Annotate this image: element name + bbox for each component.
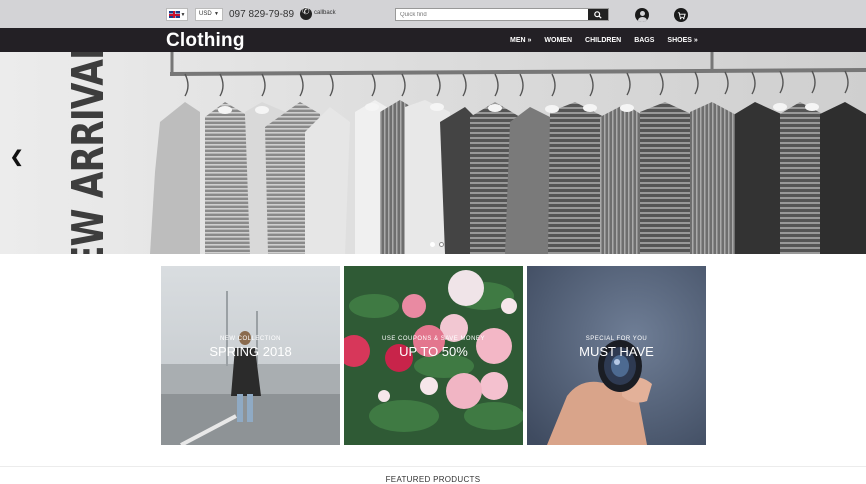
chevron-down-icon: ▼: [180, 11, 186, 18]
slider-dot-1[interactable]: [430, 242, 435, 247]
promo-tile-sale[interactable]: USE COUPONS & SAVE MONEY UP TO 50%: [344, 266, 523, 445]
search-icon: [594, 10, 602, 19]
tile-title: SPRING 2018: [209, 344, 292, 359]
cart-icon[interactable]: [674, 8, 688, 22]
search-input[interactable]: [396, 9, 588, 20]
nav-item-children[interactable]: CHILDREN: [585, 37, 621, 44]
slider-dot-2[interactable]: [439, 242, 444, 247]
tile-title: MUST HAVE: [579, 344, 654, 359]
nav-item-women[interactable]: WOMEN: [544, 37, 572, 44]
nav-menu: MEN » WOMEN CHILDREN BAGS SHOES »: [510, 28, 711, 52]
hero-slider: NEW ARRIVAL ❮: [0, 52, 866, 254]
language-select[interactable]: ▼: [166, 8, 188, 21]
phone-number: 097 829-79-89: [229, 9, 295, 20]
main-nav: Clothing MEN » WOMEN CHILDREN BAGS SHOES…: [0, 28, 866, 52]
section-divider: [0, 466, 866, 467]
slider-prev-arrow-icon[interactable]: ❮: [10, 147, 23, 167]
user-icon[interactable]: [635, 8, 649, 22]
nav-item-men[interactable]: MEN »: [510, 37, 531, 44]
promo-tile-spring[interactable]: NEW COLLECTION SPRING 2018: [161, 266, 340, 445]
site-logo[interactable]: Clothing: [166, 30, 245, 52]
hero-clothes-rack-image: [0, 52, 866, 254]
search-button[interactable]: [588, 9, 608, 20]
phone-icon[interactable]: [300, 6, 312, 20]
currency-select[interactable]: USD ▼: [195, 8, 223, 21]
chevron-down-icon: ▼: [212, 11, 220, 17]
hero-headline: NEW ARRIVAL: [63, 52, 114, 254]
callback-link[interactable]: callback: [314, 10, 336, 16]
tile-subtitle: NEW COLLECTION: [219, 336, 281, 342]
promo-tile-must-have[interactable]: SPECIAL FOR YOU MUST HAVE: [527, 266, 706, 445]
top-bar: ▼ USD ▼ 097 829-79-89 callback: [0, 0, 866, 28]
tile-subtitle: USE COUPONS & SAVE MONEY: [382, 336, 485, 342]
tile-title: UP TO 50%: [399, 344, 468, 359]
slider-dots: [430, 242, 444, 247]
nav-item-bags[interactable]: BAGS: [634, 37, 654, 44]
nav-item-shoes[interactable]: SHOES »: [667, 37, 697, 44]
cart-glyph: [677, 11, 686, 19]
currency-label: USD: [199, 11, 212, 17]
featured-products-heading: FEATURED PRODUCTS: [385, 475, 481, 484]
uk-flag-icon: [168, 11, 180, 18]
search-bar: [395, 8, 609, 21]
tile-subtitle: SPECIAL FOR YOU: [585, 336, 648, 342]
